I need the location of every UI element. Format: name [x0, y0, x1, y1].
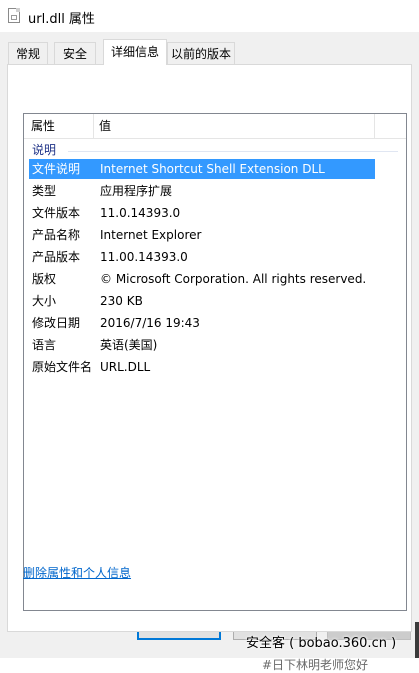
list-item-product-name[interactable]: 产品名称 Internet Explorer	[29, 225, 375, 245]
tab-security[interactable]: 安全	[54, 42, 96, 64]
dialog-body: 常规 安全 详细信息 以前的版本 属性 值 说明 文件说明 Internet S…	[0, 32, 419, 672]
tab-general[interactable]: 常规	[8, 42, 48, 64]
property-value: 英语(美国)	[100, 338, 158, 352]
details-list[interactable]: 属性 值 说明 文件说明 Internet Shortcut Shell Ext…	[23, 113, 407, 611]
window-title: url.dll 属性	[28, 12, 95, 27]
property-value: URL.DLL	[100, 360, 151, 374]
property-value: © Microsoft Corporation. All rights rese…	[100, 272, 367, 286]
property-value: 应用程序扩展	[100, 184, 173, 198]
column-divider[interactable]	[374, 114, 375, 138]
property-name: 版权	[32, 272, 57, 286]
property-name: 大小	[32, 294, 57, 308]
remove-properties-link[interactable]: 删除属性和个人信息	[23, 564, 131, 581]
list-item-type[interactable]: 类型 应用程序扩展	[29, 181, 375, 201]
property-name: 类型	[32, 184, 57, 198]
property-name: 原始文件名	[32, 360, 93, 374]
property-name: 产品版本	[32, 250, 81, 264]
property-name: 修改日期	[32, 316, 81, 330]
property-value: 11.00.14393.0	[100, 250, 188, 264]
column-header-value[interactable]: 值	[99, 114, 111, 138]
background-text: #日下林明老师您好	[262, 658, 369, 672]
list-item-product-version[interactable]: 产品版本 11.00.14393.0	[29, 247, 375, 267]
list-item-modified-date[interactable]: 修改日期 2016/7/16 19:43	[29, 313, 375, 333]
background-window-edge	[415, 622, 419, 658]
title-bar: url.dll 属性	[0, 0, 419, 32]
list-item-original-filename[interactable]: 原始文件名 URL.DLL	[29, 357, 375, 377]
tab-previous-versions[interactable]: 以前的版本	[167, 42, 235, 64]
property-value: Internet Explorer	[100, 228, 202, 242]
property-value: 11.0.14393.0	[100, 206, 181, 220]
property-value: 230 KB	[100, 294, 143, 308]
column-header-property[interactable]: 属性	[31, 114, 55, 138]
watermark: 安全客 ( bobao.360.cn )	[246, 636, 397, 651]
details-panel: 属性 值 说明 文件说明 Internet Shortcut Shell Ext…	[7, 64, 412, 632]
list-header: 属性 值	[24, 114, 406, 139]
column-divider[interactable]	[93, 114, 94, 138]
property-name: 文件版本	[32, 206, 81, 220]
group-header-description[interactable]: 说明	[32, 141, 56, 159]
group-divider	[68, 151, 398, 152]
tab-details[interactable]: 详细信息	[103, 39, 167, 65]
list-item-language[interactable]: 语言 英语(美国)	[29, 335, 375, 355]
list-item-file-description[interactable]: 文件说明 Internet Shortcut Shell Extension D…	[29, 159, 375, 179]
list-item-file-version[interactable]: 文件版本 11.0.14393.0	[29, 203, 375, 223]
property-value: Internet Shortcut Shell Extension DLL	[100, 162, 325, 176]
property-name: 语言	[32, 338, 57, 352]
file-icon	[8, 8, 20, 23]
property-name: 产品名称	[32, 228, 81, 242]
list-item-copyright[interactable]: 版权 © Microsoft Corporation. All rights r…	[29, 269, 375, 289]
property-value: 2016/7/16 19:43	[100, 316, 200, 330]
property-name: 文件说明	[32, 162, 81, 176]
list-item-size[interactable]: 大小 230 KB	[29, 291, 375, 311]
